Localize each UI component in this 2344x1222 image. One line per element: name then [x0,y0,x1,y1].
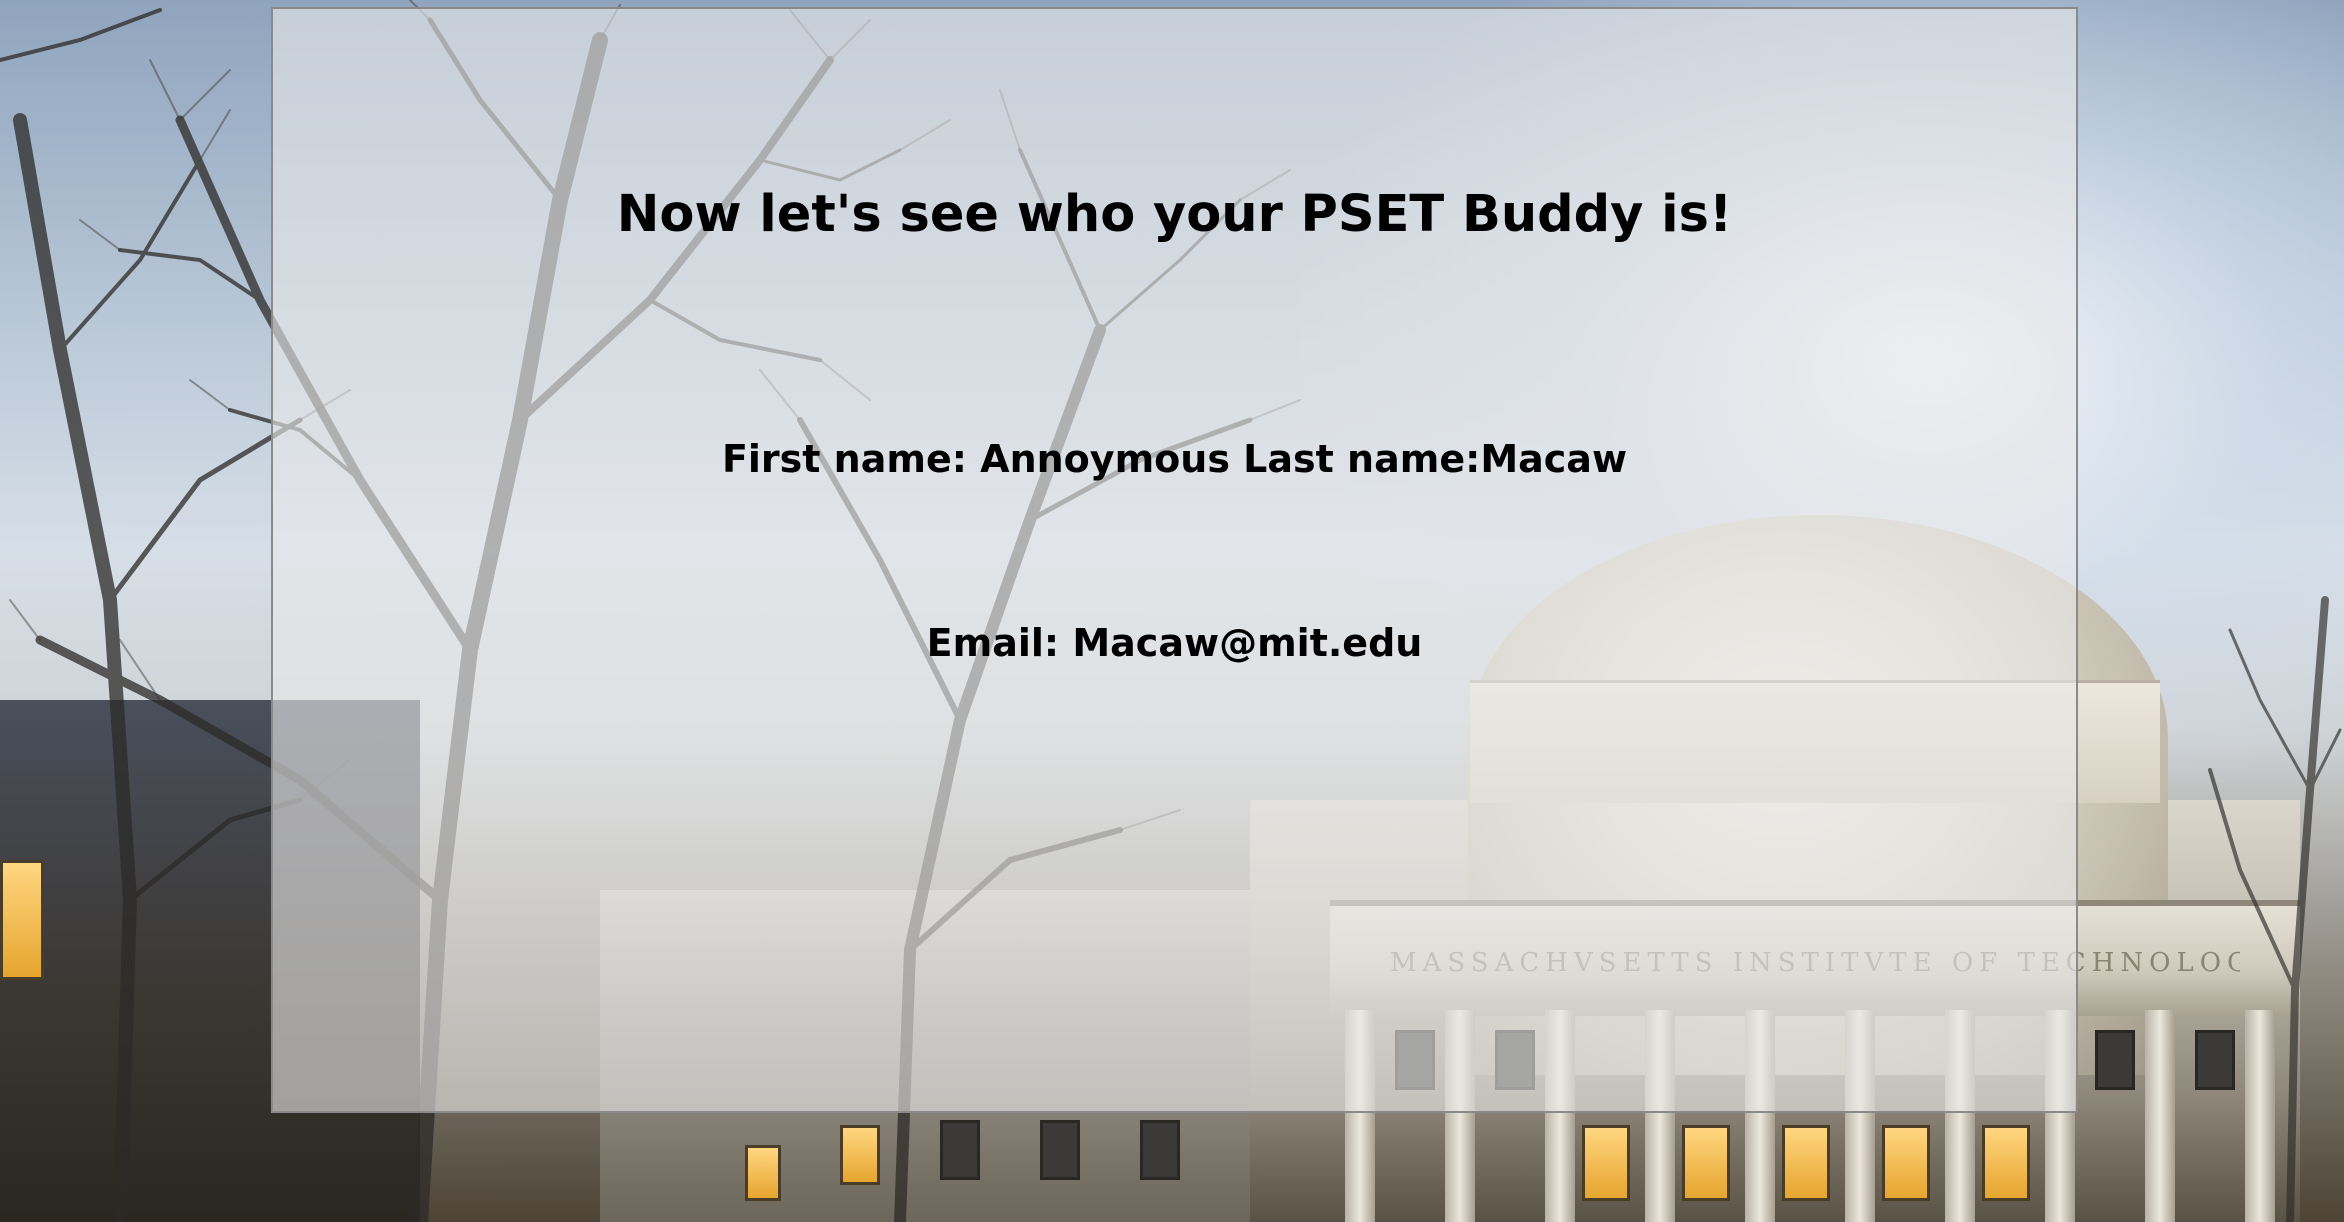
lit-window [1982,1125,2030,1201]
email-value: Macaw@mit.edu [1072,621,1423,665]
name-line: First name: Annoymous Last name:Macaw [273,437,2076,481]
last-name-label: Last name: [1243,437,1481,481]
buddy-info-panel: Now let's see who your PSET Buddy is! Fi… [271,7,2078,1113]
first-name-value: Annoymous [980,437,1230,481]
lit-window [1882,1125,1930,1201]
email-line: Email: Macaw@mit.edu [273,621,2076,665]
bare-tree-right [2208,596,2342,1222]
last-name-value: Macaw [1480,437,1628,481]
email-label: Email: [926,621,1060,665]
window [2095,1030,2135,1090]
lit-window [1582,1125,1630,1201]
lit-window [1682,1125,1730,1201]
lit-window [1782,1125,1830,1201]
column [2145,1010,2175,1222]
first-name-label: First name: [721,437,967,481]
page-title: Now let's see who your PSET Buddy is! [616,185,1733,244]
background-photo: MASSACHVSETTS INSTITVTE OF TECHNOLOGY [0,0,2344,1222]
